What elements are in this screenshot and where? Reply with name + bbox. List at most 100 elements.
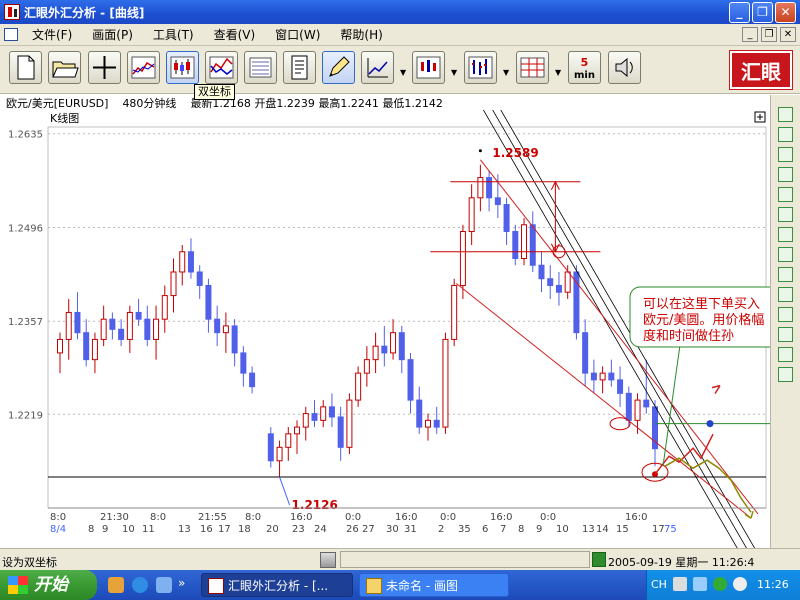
x-date-label: 16 [200,524,213,535]
candlestick-chart-button[interactable] [166,51,199,84]
new-document-button[interactable] [9,51,42,84]
quicklaunch-more-icon[interactable]: » [178,576,185,590]
candle-body [355,372,362,401]
bar-menu-icon [468,56,493,79]
right-tool-1[interactable] [778,127,793,142]
menu-file[interactable]: 文件(F) [22,26,82,43]
open-price: 开盘1.2239 [254,97,315,110]
x-date-label: 18 [238,524,251,535]
candle-body [302,413,309,428]
x-date-label: 20 [266,524,279,535]
right-tool-cursor[interactable] [778,107,793,122]
task-forex-app[interactable]: 汇眼外汇分析 - [... [201,573,353,597]
candle-body [503,204,510,233]
line-chart-button[interactable] [127,51,160,84]
mdi-minimize-button[interactable]: _ [742,27,758,42]
minute-period-button[interactable]: 5 min [568,51,601,84]
y-tick-label: 1.2496 [8,223,43,234]
candle-body [231,325,238,354]
minimize-button[interactable]: _ [729,2,750,23]
close-button[interactable]: ✕ [775,2,796,23]
minute-period-icon: 5min [574,56,595,81]
right-tool-4[interactable] [778,187,793,202]
right-tool-2[interactable] [778,147,793,162]
candle-body [170,271,177,297]
crosshair-button[interactable] [88,51,121,84]
report-button[interactable] [244,51,277,84]
candle-body [179,251,186,273]
trend-tools-button[interactable] [361,51,394,84]
notes-icon [291,55,308,80]
right-tool-8[interactable] [778,267,793,282]
open-folder-button[interactable] [48,51,81,84]
right-tool-5[interactable] [778,207,793,222]
candle-body [599,372,606,381]
bar-menu-button[interactable] [464,51,497,84]
mdi-close-button[interactable]: ✕ [780,27,796,42]
x-tick-label: 8:0 [50,512,66,523]
candle-dropdown-icon[interactable]: ▼ [451,68,457,77]
document-icon[interactable] [4,28,18,41]
chart-area[interactable]: K线图 1.2635 1.2496 1.2357 1.2219 1.2589 1.212… [0,0,799,581]
candle-body [205,284,212,320]
candle-body [459,231,466,286]
right-tool-3[interactable] [778,167,793,182]
candle-body [363,359,370,374]
trend-tools-icon [367,58,388,78]
candle-body [100,318,107,340]
tray-app-icon[interactable] [713,577,727,591]
dual-axis-button[interactable] [205,51,238,84]
candle-body [486,177,493,199]
high-price: 最高1.2241 [318,97,379,110]
right-tool-strip [770,95,800,548]
tray-clock: 11:26 [757,578,789,591]
start-button[interactable]: 开始 [0,570,97,600]
pencil-button[interactable] [322,51,355,84]
menu-view[interactable]: 查看(V) [204,26,266,43]
x-tick-label: 8:0 [150,512,166,523]
trend-dropdown-icon[interactable]: ▼ [400,68,406,77]
candle-menu-button[interactable] [412,51,445,84]
x-date-label: 13 [178,524,191,535]
candlestick-chart[interactable]: K线图 1.2635 1.2496 1.2357 1.2219 1.2589 1.212… [0,0,799,581]
menu-help[interactable]: 帮助(H) [330,26,392,43]
candle-menu-icon [416,56,441,79]
task-paint[interactable]: 未命名 - 画图 [359,573,509,597]
x-date-label: 10 [556,524,569,535]
right-tool-11[interactable] [778,327,793,342]
menu-window[interactable]: 窗口(W) [265,26,330,43]
candle-body [214,318,221,334]
quicklaunch-qq-icon[interactable] [108,577,124,593]
right-tool-6[interactable] [778,227,793,242]
tray-keyboard-icon[interactable] [673,577,687,591]
menu-tools[interactable]: 工具(T) [143,26,204,43]
grid-menu-button[interactable] [516,51,549,84]
grid-dropdown-icon[interactable]: ▼ [555,68,561,77]
window-title: 汇眼外汇分析 - [曲线] [24,5,145,20]
bar-dropdown-icon[interactable]: ▼ [503,68,509,77]
notes-button[interactable] [283,51,316,84]
candle-body [187,251,194,273]
tray-language[interactable]: CH [651,578,667,591]
x-date-label: 15 [616,524,629,535]
quicklaunch-media-icon[interactable] [156,577,172,593]
right-tool-7[interactable] [778,247,793,262]
candle-body [477,177,484,199]
quicklaunch-ie-icon[interactable] [132,577,148,593]
restore-button[interactable]: ❐ [752,2,773,23]
tray-network-icon[interactable] [693,577,707,591]
sound-button[interactable] [608,51,641,84]
tray-help-icon[interactable] [733,577,747,591]
menu-screen[interactable]: 画面(P) [82,26,143,43]
right-tool-13[interactable] [778,367,793,382]
mdi-restore-button[interactable]: ❐ [761,27,777,42]
right-tool-10[interactable] [778,307,793,322]
right-tool-9[interactable] [778,287,793,302]
candle-body [153,318,160,340]
candle-body [346,399,353,448]
candle-body [337,416,344,448]
candle-body [433,419,440,428]
new-document-icon [17,55,35,80]
windows-logo-icon [8,576,28,594]
right-tool-12[interactable] [778,347,793,362]
